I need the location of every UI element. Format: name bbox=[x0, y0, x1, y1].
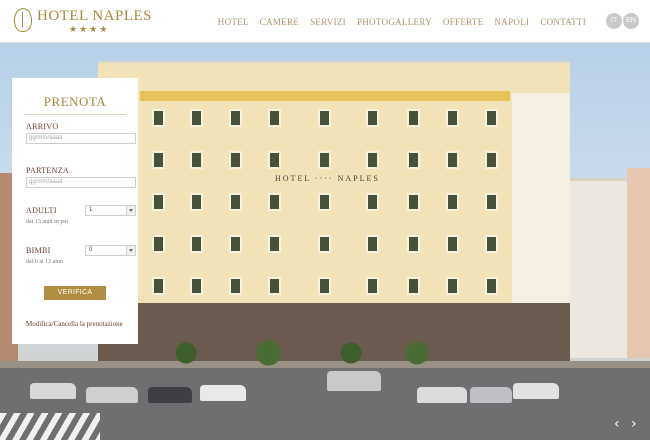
nav-offerte[interactable]: OFFERTE bbox=[443, 17, 484, 27]
window bbox=[366, 193, 379, 211]
window bbox=[268, 151, 281, 169]
neighbor-building-right bbox=[568, 178, 630, 358]
window bbox=[268, 109, 281, 127]
car bbox=[86, 387, 138, 403]
divider bbox=[24, 114, 126, 115]
window bbox=[190, 193, 203, 211]
window bbox=[446, 109, 459, 127]
window bbox=[229, 151, 242, 169]
booking-title: PRENOTA bbox=[43, 94, 107, 109]
nav-servizi[interactable]: SERVIZI bbox=[310, 17, 346, 27]
window bbox=[407, 235, 420, 253]
window bbox=[446, 151, 459, 169]
window bbox=[152, 151, 165, 169]
nav-contatti[interactable]: CONTATTI bbox=[540, 17, 586, 27]
window bbox=[446, 235, 459, 253]
window bbox=[407, 151, 420, 169]
window bbox=[407, 277, 420, 295]
lang-en-button[interactable]: EN bbox=[623, 13, 639, 29]
window bbox=[366, 151, 379, 169]
adulti-label: ADULTI bbox=[26, 206, 57, 215]
adulti-hint: dai 13 anni in poi bbox=[26, 219, 68, 225]
window bbox=[190, 151, 203, 169]
nav-camere[interactable]: CAMERE bbox=[260, 17, 299, 27]
car bbox=[148, 387, 192, 403]
street-trees bbox=[120, 335, 450, 371]
window bbox=[229, 193, 242, 211]
window bbox=[268, 235, 281, 253]
partenza-date-input[interactable]: gg/mm/aaaa bbox=[26, 177, 136, 188]
car bbox=[327, 371, 381, 391]
window bbox=[407, 193, 420, 211]
bimbi-select-value: 0 bbox=[89, 247, 93, 253]
window bbox=[229, 109, 242, 127]
window bbox=[229, 277, 242, 295]
window bbox=[485, 151, 498, 169]
site-header: HOTEL NAPLES ★★★★ HOTEL CAMERE SERVIZI P… bbox=[0, 0, 650, 43]
chevron-down-icon bbox=[126, 206, 135, 215]
hotel-crest-icon bbox=[14, 8, 32, 32]
chevron-right-icon[interactable]: › bbox=[631, 416, 637, 432]
window bbox=[318, 235, 331, 253]
crosswalk bbox=[0, 413, 100, 440]
chevron-down-icon bbox=[126, 246, 135, 255]
window bbox=[152, 109, 165, 127]
window bbox=[446, 193, 459, 211]
arrivo-label: ARRIVO bbox=[26, 122, 59, 131]
window bbox=[190, 277, 203, 295]
car bbox=[470, 387, 512, 403]
window bbox=[190, 235, 203, 253]
verify-button[interactable]: VERIFICA bbox=[44, 286, 106, 300]
window bbox=[318, 277, 331, 295]
window bbox=[152, 193, 165, 211]
window bbox=[485, 277, 498, 295]
modify-booking-link[interactable]: Modifica/Cancella la prenotazione bbox=[26, 320, 123, 328]
adulti-select-value: 1 bbox=[89, 207, 93, 213]
window bbox=[152, 277, 165, 295]
nav-hotel[interactable]: HOTEL bbox=[218, 17, 249, 27]
main-nav: HOTEL CAMERE SERVIZI PHOTOGALLERY OFFERT… bbox=[218, 17, 586, 27]
car bbox=[417, 387, 467, 403]
hotel-frieze bbox=[140, 91, 510, 101]
hotel-facade-sign: HOTEL ···· NAPLES bbox=[275, 174, 380, 183]
car bbox=[30, 383, 76, 399]
window bbox=[366, 109, 379, 127]
window bbox=[152, 235, 165, 253]
window bbox=[485, 193, 498, 211]
bimbi-select[interactable]: 0 bbox=[85, 245, 136, 256]
window bbox=[318, 109, 331, 127]
window bbox=[318, 193, 331, 211]
car bbox=[513, 383, 559, 399]
bimbi-hint: dai 0 ai 12 anni bbox=[26, 259, 63, 265]
window bbox=[366, 235, 379, 253]
window bbox=[407, 109, 420, 127]
window bbox=[268, 277, 281, 295]
logo[interactable]: HOTEL NAPLES ★★★★ bbox=[14, 8, 152, 34]
nav-photogallery[interactable]: PHOTOGALLERY bbox=[357, 17, 432, 27]
window bbox=[268, 193, 281, 211]
neighbor-building-far-right bbox=[627, 168, 650, 358]
lang-it-button[interactable]: IT bbox=[606, 13, 622, 29]
window bbox=[446, 277, 459, 295]
brand-name: HOTEL NAPLES bbox=[37, 8, 153, 24]
car bbox=[200, 385, 246, 401]
booking-panel: PRENOTA ARRIVO gg/mm/aaaa PARTENZA gg/mm… bbox=[12, 78, 138, 344]
window bbox=[190, 109, 203, 127]
window bbox=[485, 109, 498, 127]
window bbox=[229, 235, 242, 253]
brand-stars: ★★★★ bbox=[69, 24, 110, 34]
window bbox=[366, 277, 379, 295]
partenza-label: PARTENZA bbox=[26, 166, 69, 175]
nav-napoli[interactable]: NAPOLI bbox=[495, 17, 530, 27]
hotel-corner-tower bbox=[512, 93, 570, 333]
window bbox=[485, 235, 498, 253]
adulti-select[interactable]: 1 bbox=[85, 205, 136, 216]
chevron-left-icon[interactable]: ‹ bbox=[614, 416, 620, 432]
window bbox=[318, 151, 331, 169]
bimbi-label: BIMBI bbox=[26, 246, 51, 255]
arrivo-date-input[interactable]: gg/mm/aaaa bbox=[26, 133, 136, 144]
